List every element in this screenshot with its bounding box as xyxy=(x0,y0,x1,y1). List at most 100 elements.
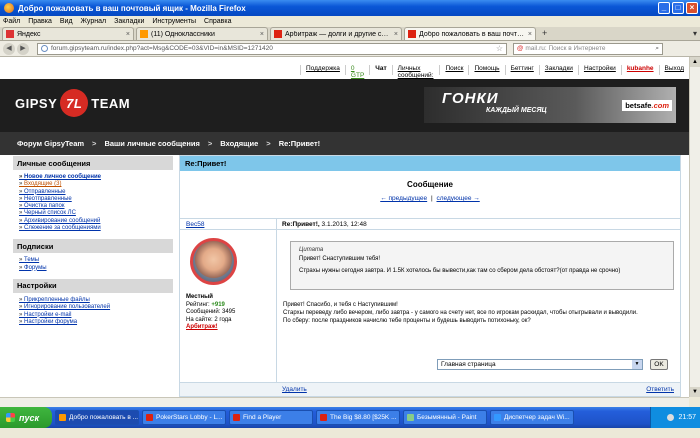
link-betting[interactable]: Беттинг xyxy=(504,65,539,75)
link-gtp[interactable]: 0 GTP xyxy=(344,65,369,79)
page-viewport: Поддержка 0 GTP Чат Личных сообщений: 0 … xyxy=(0,57,689,397)
sidebar-item-new-message[interactable]: Новое личное сообщение xyxy=(19,174,173,181)
next-message-link[interactable]: следующее → xyxy=(437,195,480,202)
tray-icon[interactable] xyxy=(667,414,675,421)
tab-yandex[interactable]: Яндекс × xyxy=(2,27,134,40)
scroll-up-icon[interactable]: ▲ xyxy=(690,57,700,67)
maximize-button[interactable]: □ xyxy=(672,2,684,14)
sidebar-header-pm: Личные сообщения xyxy=(13,155,173,170)
sidebar-item-topics[interactable]: Темы xyxy=(19,257,173,264)
pokerstars-icon xyxy=(233,414,240,421)
crumb-inbox[interactable]: Входящие xyxy=(220,139,258,148)
start-button[interactable]: пуск xyxy=(0,407,52,428)
author-posts: Сообщений: 3495 xyxy=(186,309,236,316)
title-bar: Добро пожаловать в ваш почтовый ящик - M… xyxy=(0,0,700,16)
tab-list-icon[interactable]: ▾ xyxy=(693,29,697,38)
search-box[interactable]: @ mail.ru: Поиск в Интернете ⌕ xyxy=(513,42,663,55)
bookmark-star-icon[interactable]: ☆ xyxy=(496,44,503,53)
delete-link[interactable]: Удалить xyxy=(282,386,307,393)
breadcrumb: Форум GipsyTeam > Ваши личные сообщения … xyxy=(0,132,689,155)
post-footer-row: Удалить Ответить xyxy=(180,382,680,396)
body-line: Стархы переведу либо вечером, либо завтр… xyxy=(283,310,638,316)
link-chat[interactable]: Чат xyxy=(369,65,391,75)
link-support[interactable]: Поддержка xyxy=(300,65,345,75)
message-body: Привет! Спасибо, и тебя с Наступившим! С… xyxy=(283,301,673,325)
menu-file[interactable]: Файл xyxy=(3,18,20,25)
quote-block: Цитата Привет! Снаступившим тебя! Страхы… xyxy=(290,241,674,290)
message-title: Re:Привет! xyxy=(180,156,680,171)
forward-icon[interactable]: ▶ xyxy=(17,42,29,55)
link-private-messages[interactable]: Личных сообщений: 0 xyxy=(391,65,440,86)
sidebar-item-tracking[interactable]: Слежение за сообщениями xyxy=(19,225,173,232)
banner-brand: betsafe.com xyxy=(622,100,672,111)
tab-close-icon[interactable]: × xyxy=(126,31,130,38)
jump-ok-button[interactable]: OK xyxy=(650,359,668,370)
menu-bookmarks[interactable]: Закладки xyxy=(114,18,144,25)
logo-mark-icon: 7L xyxy=(60,89,89,117)
address-bar[interactable]: forum.gipsyteam.ru/index.php?act=Msg&COD… xyxy=(37,42,507,55)
site-identity-icon[interactable] xyxy=(41,45,48,52)
author-link[interactable]: Вес58 xyxy=(186,221,204,228)
reply-link[interactable]: Ответить xyxy=(646,386,674,393)
link-logout[interactable]: Выход xyxy=(658,65,689,75)
settings-menu: Прикрепленные файлы Игнорирование пользо… xyxy=(13,293,173,332)
close-button[interactable]: × xyxy=(686,2,698,14)
tab-arbitrage[interactable]: Арбитраж — долги и другие спорные ... × xyxy=(270,27,402,40)
tab-close-icon[interactable]: × xyxy=(394,31,398,38)
navigation-bar: ◀ ▶ forum.gipsyteam.ru/index.php?act=Msg… xyxy=(0,41,700,57)
vertical-scrollbar[interactable]: ▲ ▼ xyxy=(689,57,700,397)
post-date: Re:Привет!, 3.1.2013, 12:48 xyxy=(282,221,367,228)
tab-mailbox[interactable]: Добро пожаловать в ваш почтовый ящ... × xyxy=(404,27,536,40)
taskbar-item-firefox[interactable]: Добро пожаловать в ... xyxy=(55,410,139,425)
horizontal-scrollbar[interactable] xyxy=(0,397,689,407)
taskbar-item-paint[interactable]: Безымянный - Paint xyxy=(403,410,487,425)
menu-edit[interactable]: Правка xyxy=(28,18,52,25)
arbitrage-link[interactable]: Арбитраж! xyxy=(186,324,235,332)
scroll-down-icon[interactable]: ▼ xyxy=(690,387,700,397)
gipsyteam-logo[interactable]: GIPSY 7L TEAM xyxy=(15,89,130,117)
menu-view[interactable]: Вид xyxy=(60,18,73,25)
link-search[interactable]: Поиск xyxy=(439,65,468,75)
back-icon[interactable]: ◀ xyxy=(3,42,15,55)
sidebar-item-sent[interactable]: Отправленные xyxy=(19,189,173,196)
sidebar-item-archive[interactable]: Архивирование сообщений xyxy=(19,218,173,225)
sidebar-item-unsent[interactable]: Неотправленные xyxy=(19,196,173,203)
tab-close-icon[interactable]: × xyxy=(260,31,264,38)
forum-jump-select[interactable]: Главная страница ▼ xyxy=(437,359,643,370)
link-bookmarks[interactable]: Закладки xyxy=(538,65,578,75)
tab-close-icon[interactable]: × xyxy=(528,31,532,38)
taskbar-item-pokerstars-lobby[interactable]: PokerStars Lobby - L... xyxy=(142,410,226,425)
sidebar-item-email-settings[interactable]: Настройки e-mail xyxy=(19,312,173,319)
banner-subline: КАЖДЫЙ МЕСЯЦ xyxy=(486,107,547,114)
search-icon[interactable]: ⌕ xyxy=(655,45,659,53)
avatar[interactable] xyxy=(190,238,237,285)
sidebar-item-forum-settings[interactable]: Настройки форума xyxy=(19,319,173,326)
post-header-row: Вес58 Re:Привет!, 3.1.2013, 12:48 xyxy=(180,218,680,230)
chevron-down-icon[interactable]: ▼ xyxy=(632,360,642,369)
url-text: forum.gipsyteam.ru/index.php?act=Msg&COD… xyxy=(51,45,273,52)
sidebar-item-forums[interactable]: Форумы xyxy=(19,265,173,272)
tab-odnoklassniki[interactable]: (11) Одноклассники × xyxy=(136,27,268,40)
menu-help[interactable]: Справка xyxy=(204,18,231,25)
firefox-icon xyxy=(4,3,14,13)
crumb-private-messages[interactable]: Ваши личные сообщения xyxy=(104,139,199,148)
taskbar-item-find-player[interactable]: Find a Player xyxy=(229,410,313,425)
sidebar-item-inbox[interactable]: Входящие (3) xyxy=(19,181,173,188)
taskbar-item-task-manager[interactable]: Диспетчер задач Wi... xyxy=(490,410,574,425)
prev-message-link[interactable]: ← предыдущее xyxy=(380,195,427,202)
sidebar-item-blacklist[interactable]: Черный список ЛС xyxy=(19,210,173,217)
menu-tools[interactable]: Инструменты xyxy=(152,18,196,25)
link-username[interactable]: kubanhe xyxy=(620,65,659,75)
taskbar-area: пуск Добро пожаловать в ... PokerStars L… xyxy=(0,397,700,438)
link-settings[interactable]: Настройки xyxy=(577,65,621,75)
betsafe-banner[interactable]: ГОНКИ КАЖДЫЙ МЕСЯЦ betsafe.com xyxy=(424,87,676,123)
sidebar-item-ignore-users[interactable]: Игнорирование пользователей xyxy=(19,304,173,311)
quote-line: Страхы нужны сегодня завтра. И 1.5К хоте… xyxy=(299,268,621,274)
taskbar-item-tournament[interactable]: The Big $8.80 [$25K ... xyxy=(316,410,400,425)
minimize-button[interactable]: _ xyxy=(658,2,670,14)
menu-history[interactable]: Журнал xyxy=(81,18,107,25)
new-tab-button[interactable]: + xyxy=(542,28,547,38)
crumb-forum[interactable]: Форум GipsyTeam xyxy=(17,139,84,148)
message-section-title: Сообщение xyxy=(407,180,453,189)
link-help[interactable]: Помощь xyxy=(468,65,504,75)
